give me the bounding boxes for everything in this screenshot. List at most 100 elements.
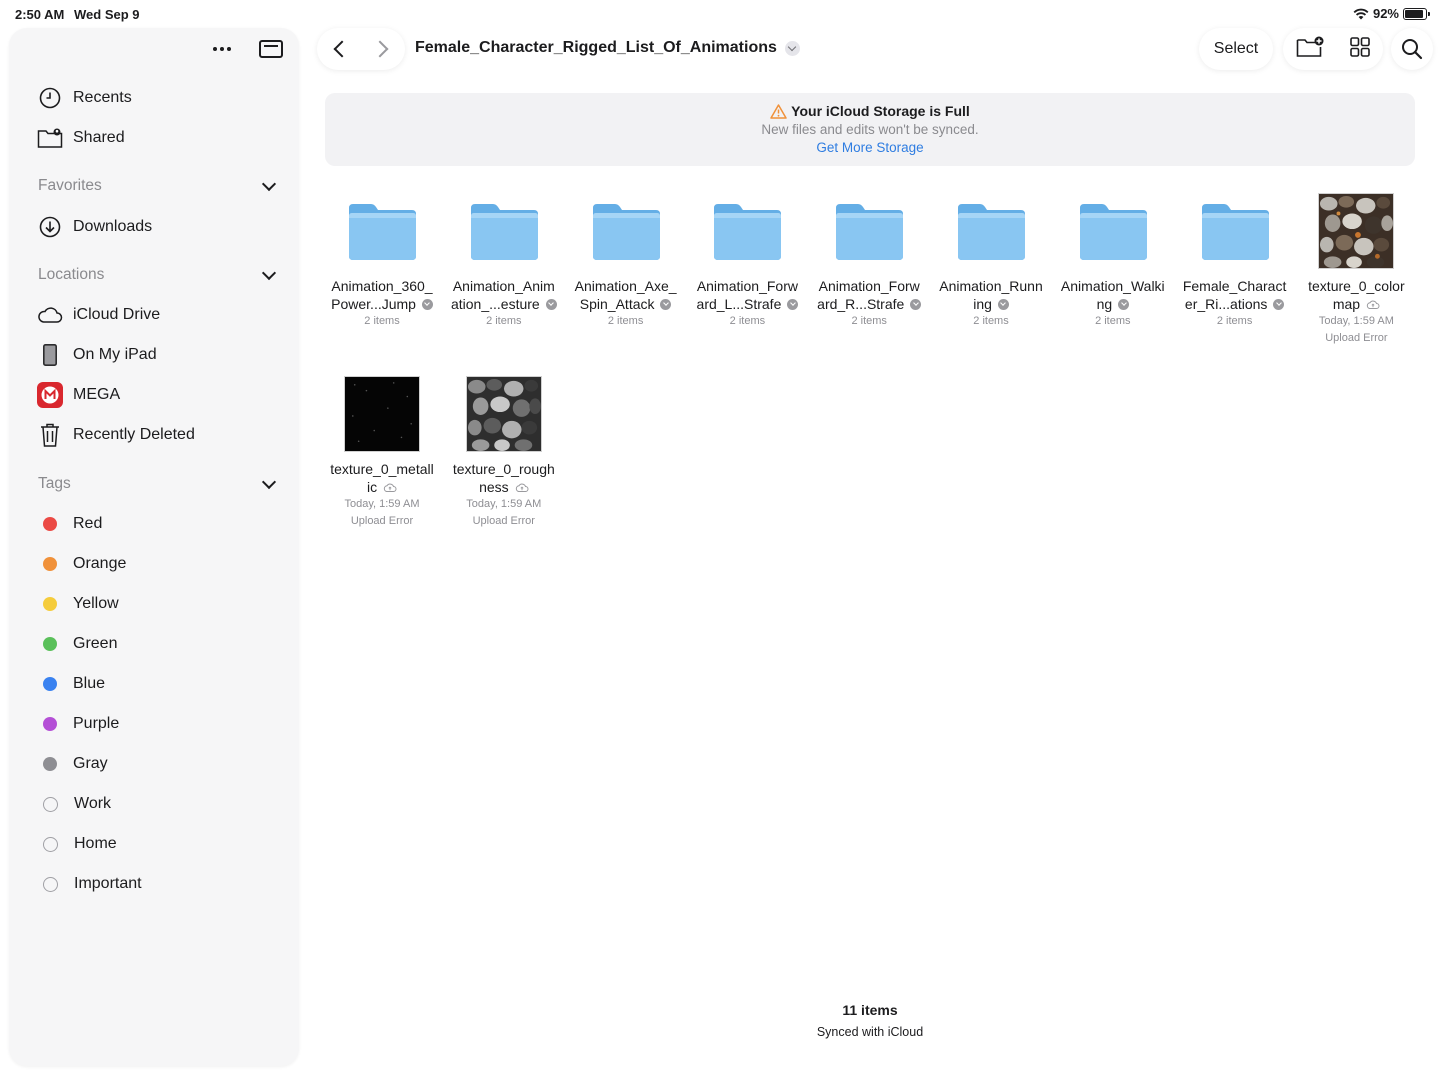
- sidebar-item-on-my-ipad[interactable]: On My iPad: [37, 340, 157, 370]
- file-name-text: ng: [1096, 296, 1113, 312]
- file-name-line: Animation_Forw: [696, 278, 798, 294]
- folder-tile[interactable]: Female_Charact er_Ri...ations 2 items: [1176, 190, 1294, 330]
- tag-gray[interactable]: Gray: [37, 749, 108, 779]
- folder-tile[interactable]: Animation_Walki ng 2 items: [1054, 190, 1172, 330]
- folder-icon: [932, 190, 1050, 272]
- chevron-down-icon[interactable]: [261, 265, 277, 280]
- select-button[interactable]: Select: [1199, 28, 1273, 70]
- chevron-down-icon[interactable]: [261, 176, 277, 191]
- file-meta: Today, 1:59 AM: [466, 498, 542, 510]
- tag-color-dot: [43, 717, 57, 731]
- cloud-upload-icon: [381, 479, 397, 495]
- folder-tile[interactable]: Animation_Forw ard_R...Strafe 2 items: [810, 190, 928, 330]
- file-meta: Today, 1:59 AM: [344, 498, 420, 510]
- tag-label: Blue: [73, 675, 106, 692]
- get-more-storage-link[interactable]: Get More Storage: [325, 140, 1415, 155]
- file-name-line: texture_0_metall: [330, 461, 434, 477]
- tag-important[interactable]: Important: [37, 869, 142, 899]
- tag-yellow[interactable]: Yellow: [37, 589, 119, 619]
- search-button[interactable]: [1391, 28, 1433, 70]
- tag-empty-ring: [43, 876, 58, 892]
- sidebar-item-recents[interactable]: Recents: [37, 83, 132, 113]
- section-locations[interactable]: Locations: [38, 263, 278, 287]
- tag-orange[interactable]: Orange: [37, 549, 126, 579]
- file-name-text: ard_R...Strafe: [817, 296, 905, 312]
- file-name-line: ng: [1054, 295, 1172, 313]
- texture-thumbnail: [1297, 190, 1415, 272]
- folder-tile[interactable]: Animation_Runn ing 2 items: [932, 190, 1050, 330]
- section-favorites[interactable]: Favorites: [38, 174, 278, 198]
- section-title: Favorites: [38, 177, 102, 194]
- file-name-line: ard_L...Strafe: [688, 295, 806, 313]
- storage-full-banner: Your iCloud Storage is Full New files an…: [325, 93, 1415, 166]
- sidebar-item-label: MEGA: [73, 386, 121, 403]
- folder-icon: [445, 190, 563, 272]
- chevron-down-icon[interactable]: [784, 40, 800, 56]
- folder-tile[interactable]: Animation_360_ Power...Jump 2 items: [323, 190, 441, 330]
- sidebar-item-icloud-drive[interactable]: iCloud Drive: [37, 300, 160, 330]
- tag-label: Yellow: [73, 595, 119, 612]
- file-meta: 2 items: [973, 315, 1009, 327]
- sidebar-toggle-icon[interactable]: [259, 40, 283, 58]
- file-name-line: Female_Charact: [1182, 278, 1287, 294]
- file-name: Animation_Axe_ Spin_Attack: [567, 277, 685, 313]
- tag-label: Orange: [73, 555, 127, 572]
- folder-icon: [567, 190, 685, 272]
- status-date: Wed Sep 9: [74, 7, 140, 22]
- section-tags[interactable]: Tags: [38, 472, 278, 496]
- file-meta: Today, 1:59 AM: [1318, 315, 1394, 327]
- search-icon: [1402, 39, 1423, 60]
- page-title: Female_Character_Rigged_List_Of_Animatio…: [415, 39, 777, 56]
- mega-icon: [37, 382, 63, 408]
- folder-tile[interactable]: Animation_Anim ation_...esture 2 items: [445, 190, 563, 330]
- tag-green[interactable]: Green: [37, 629, 117, 659]
- texture-thumbnail: [445, 373, 563, 455]
- file-name-line: Animation_Forw: [818, 278, 920, 294]
- sidebar-item-label: Recently Deleted: [73, 426, 195, 443]
- folder-title[interactable]: Female_Character_Rigged_List_Of_Animatio…: [415, 39, 800, 57]
- more-options-icon[interactable]: [213, 38, 231, 60]
- file-meta: 2 items: [607, 315, 644, 327]
- tag-purple[interactable]: Purple: [37, 709, 119, 739]
- tag-work[interactable]: Work: [37, 789, 111, 819]
- tag-blue[interactable]: Blue: [37, 669, 105, 699]
- tag-label: Gray: [73, 755, 108, 772]
- tag-color-dot: [43, 637, 57, 651]
- new-folder-icon[interactable]: [1296, 36, 1324, 63]
- file-name-line: ation_...esture: [445, 295, 563, 313]
- grid-view-icon[interactable]: [1350, 36, 1370, 62]
- file-tile[interactable]: texture_0_metall ic Today, 1:59 AM Upload …: [323, 373, 441, 530]
- section-title: Tags: [38, 475, 71, 492]
- file-name: texture_0_color map: [1297, 277, 1415, 313]
- section-title: Locations: [38, 266, 105, 283]
- folder-tile[interactable]: Animation_Axe_ Spin_Attack 2 items: [567, 190, 685, 330]
- forward-arrow-icon[interactable]: [371, 40, 389, 58]
- download-status-icon: [1273, 299, 1285, 310]
- file-meta: 2 items: [364, 315, 400, 327]
- sidebar-item-downloads[interactable]: Downloads: [37, 212, 152, 242]
- sidebar-item-mega[interactable]: MEGA: [37, 380, 120, 410]
- file-name-line: Animation_Runn: [939, 278, 1043, 294]
- folder-icon: [1176, 190, 1294, 272]
- sidebar-item-shared[interactable]: Shared: [37, 123, 125, 153]
- tag-home[interactable]: Home: [37, 829, 117, 859]
- file-name: Animation_Forw ard_R...Strafe: [810, 277, 928, 313]
- sidebar-item-recently-deleted[interactable]: Recently Deleted: [37, 420, 195, 450]
- file-meta: 2 items: [1216, 315, 1253, 327]
- file-tile[interactable]: texture_0_color map Today, 1:59 AM Upload …: [1297, 190, 1415, 347]
- back-arrow-icon[interactable]: [333, 40, 351, 58]
- folder-tile[interactable]: Animation_Forw ard_L...Strafe 2 items: [688, 190, 806, 330]
- file-name-line: texture_0_rough: [452, 461, 555, 477]
- tag-color-dot: [43, 757, 57, 771]
- download-status-icon: [545, 299, 557, 310]
- file-name-line: Animation_Anim: [452, 278, 555, 294]
- file-tile[interactable]: texture_0_rough ness Today, 1:59 AM Upload…: [445, 373, 563, 530]
- sidebar-item-label: iCloud Drive: [73, 306, 161, 323]
- upload-error-label: Upload Error: [1325, 332, 1388, 344]
- file-name-text: ard_L...Strafe: [696, 296, 782, 312]
- file-name-line: map: [1297, 295, 1415, 313]
- chevron-down-icon[interactable]: [261, 474, 277, 489]
- cloud-upload-icon: [1364, 296, 1380, 312]
- tag-red[interactable]: Red: [37, 509, 102, 539]
- wifi-icon: [1353, 8, 1369, 19]
